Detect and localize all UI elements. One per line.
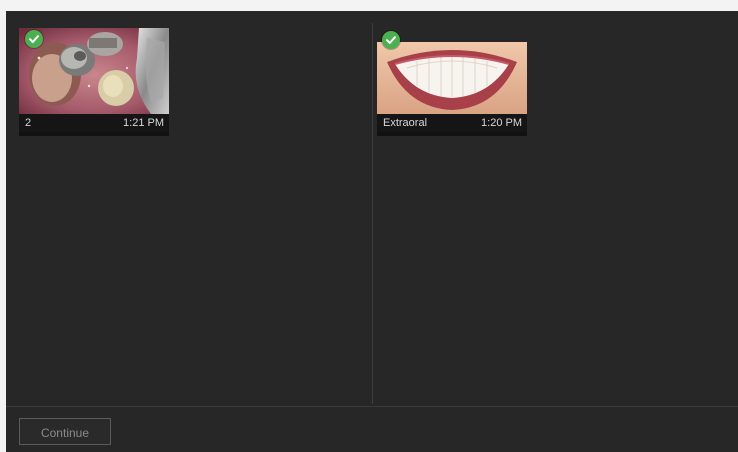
selected-check-icon [382,31,400,49]
thumbnail-name: 2 [25,117,32,129]
thumbnail-intraoral[interactable]: 2 1:21 PM [19,28,169,136]
left-pane: 2 1:21 PM [6,11,372,404]
continue-button[interactable]: Continue [19,418,111,445]
right-pane: Extraoral 1:20 PM [373,11,738,404]
thumbnail-name: Extraoral [383,117,428,129]
image-selection-window: 2 1:21 PM Extraoral 1:20 PM Continue [6,11,738,452]
footer-separator [6,406,738,407]
thumbnail-extraoral[interactable]: Extraoral 1:20 PM [377,31,527,136]
smile-photo [377,42,527,114]
thumbnail-caption: 2 1:21 PM [19,114,169,132]
thumbnail-time: 1:21 PM [123,117,164,129]
selected-check-icon [25,30,43,48]
thumbnail-time: 1:20 PM [481,117,522,129]
thumbnail-caption: Extraoral 1:20 PM [377,114,527,132]
